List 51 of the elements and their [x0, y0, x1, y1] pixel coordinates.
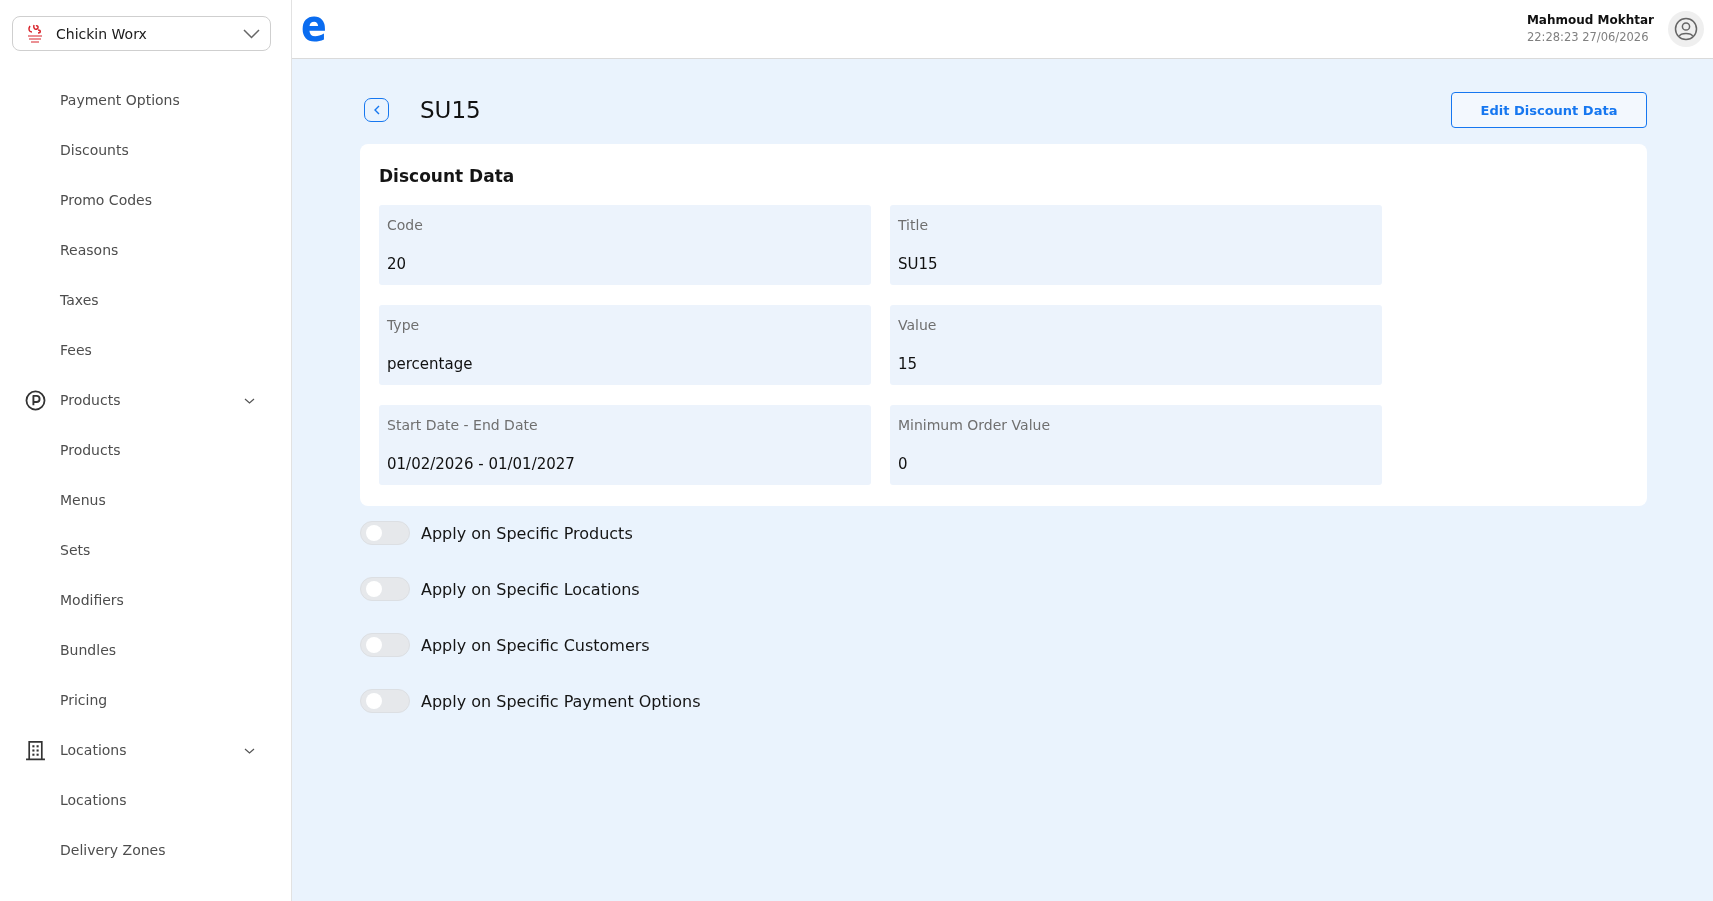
store-selector[interactable]: Chickin Worx	[12, 16, 271, 51]
field-label: Type	[387, 316, 420, 335]
user-icon	[1674, 17, 1698, 41]
timestamp: 22:28:23 27/06/2026	[1526, 29, 1649, 46]
sidebar-item[interactable]: Locations	[0, 775, 291, 825]
toggle-label: Apply on Specific Payment Options	[421, 691, 701, 711]
building-icon	[25, 739, 46, 761]
sidebar-item[interactable]: Payment Options	[0, 75, 291, 125]
toggle-label: Apply on Specific Customers	[421, 635, 650, 655]
toggle-switch[interactable]	[360, 577, 410, 601]
toggle-switch[interactable]	[360, 521, 410, 545]
field-label: Title	[898, 216, 928, 235]
sidebar-item[interactable]: Discounts	[0, 125, 291, 175]
sidebar-group[interactable]: Products	[0, 375, 291, 425]
sidebar-item[interactable]: Products	[0, 425, 291, 475]
sidebar-item[interactable]: Bundles	[0, 625, 291, 675]
app-logo: e	[301, 4, 327, 48]
logo-icon	[26, 23, 44, 44]
sidebar-item[interactable]: Delivery Zones	[0, 825, 291, 875]
field-label: Minimum Order Value	[898, 416, 1050, 435]
back-button[interactable]	[364, 98, 389, 122]
p-circle-icon	[25, 389, 46, 411]
sidebar-group[interactable]: Locations	[0, 725, 291, 775]
field-label: Code	[387, 216, 423, 235]
toggle-switch[interactable]	[360, 689, 410, 713]
chevron-left-icon	[373, 105, 380, 115]
sidebar-item[interactable]: Pricing	[0, 675, 291, 725]
sidebar-item[interactable]: Fees	[0, 325, 291, 375]
field-label: Value	[898, 316, 937, 335]
field-value: 15	[898, 354, 918, 374]
field-label: Start Date - End Date	[387, 416, 538, 435]
field-value: percentage	[387, 354, 473, 374]
toggle-label: Apply on Specific Locations	[421, 579, 640, 599]
field-value: 0	[898, 454, 908, 474]
sidebar-item[interactable]: Sets	[0, 525, 291, 575]
field-value: 20	[387, 254, 407, 274]
page-title: SU15	[420, 97, 481, 123]
card-heading: Discount Data	[379, 165, 515, 188]
field-value: SU15	[898, 254, 938, 274]
field-value: 01/02/2026 - 01/01/2027	[387, 454, 575, 474]
sidebar-item[interactable]: Taxes	[0, 275, 291, 325]
sidebar-item[interactable]: Promo Codes	[0, 175, 291, 225]
user-name: Mahmoud Mokhtar	[1526, 12, 1654, 29]
toggle-switch[interactable]	[360, 633, 410, 657]
toggle-label: Apply on Specific Products	[421, 523, 633, 543]
chevron-down-icon	[243, 28, 260, 39]
edit-discount-button[interactable]: Edit Discount Data	[1451, 92, 1647, 128]
profile-button[interactable]	[1668, 11, 1704, 47]
sidebar-item[interactable]: Menus	[0, 475, 291, 525]
sidebar-item[interactable]: Modifiers	[0, 575, 291, 625]
sidebar-item[interactable]: Reasons	[0, 225, 291, 275]
